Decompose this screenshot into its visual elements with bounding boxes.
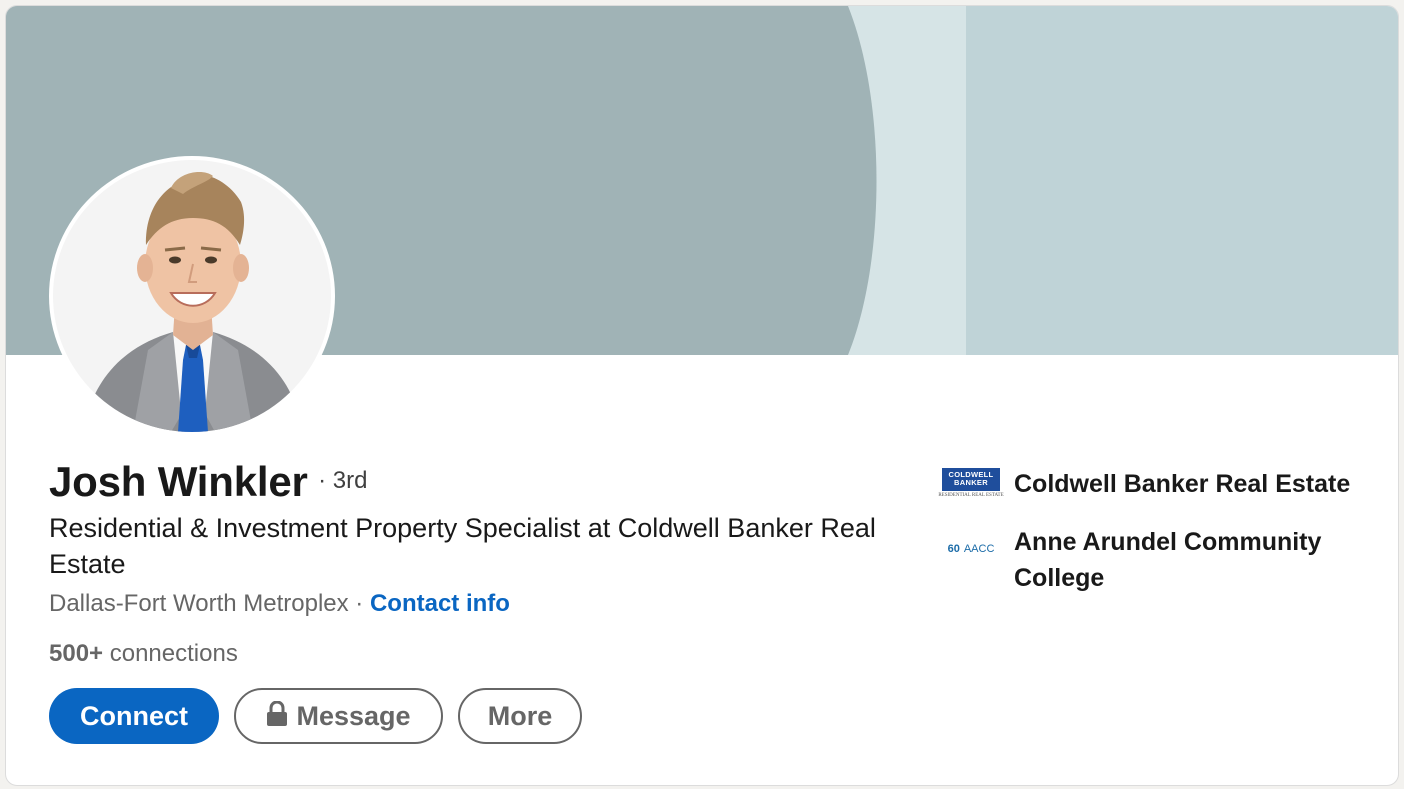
profile-card: Josh Winkler · 3rd Residential & Investm… xyxy=(5,5,1399,786)
name-line: Josh Winkler · 3rd xyxy=(49,458,367,506)
connect-button-label: Connect xyxy=(80,700,188,731)
education-item[interactable]: 60 AACC Anne Arundel Community College xyxy=(942,524,1354,596)
education-label: Anne Arundel Community College xyxy=(1014,528,1322,592)
connections-label: connections xyxy=(103,640,238,667)
profile-headline: Residential & Investment Property Specia… xyxy=(49,513,876,579)
contact-info-link[interactable]: Contact info xyxy=(370,590,510,617)
profile-name: Josh Winkler xyxy=(49,458,308,505)
current-company-label: Coldwell Banker Real Estate xyxy=(1014,470,1351,498)
profile-actions: Connect Message More xyxy=(49,688,582,744)
location-line: Dallas-Fort Worth Metroplex · Contact in… xyxy=(49,590,510,618)
cb-logo-sub: RESIDENTIAL REAL ESTATE xyxy=(938,492,1004,498)
connection-degree: · 3rd xyxy=(318,467,368,494)
experience-education-summary: COLDWELL BANKER RESIDENTIAL REAL ESTATE … xyxy=(938,466,1354,618)
cb-logo-line2: BANKER xyxy=(954,478,988,487)
profile-location: Dallas-Fort Worth Metroplex xyxy=(49,590,349,617)
current-company-item[interactable]: COLDWELL BANKER RESIDENTIAL REAL ESTATE … xyxy=(938,466,1354,502)
connections-count: 500+ xyxy=(49,640,104,667)
message-button[interactable]: Message xyxy=(234,688,443,744)
aacc-logo-text: AACC xyxy=(963,543,995,555)
profile-photo-graphic xyxy=(53,160,331,432)
message-button-label: Message xyxy=(296,700,411,731)
connections-line[interactable]: 500+ connections xyxy=(49,640,238,668)
location-separator: · xyxy=(348,590,370,617)
aacc-logo: 60 AACC xyxy=(942,524,1000,560)
more-button[interactable]: More xyxy=(458,688,582,744)
connect-button[interactable]: Connect xyxy=(49,688,219,744)
profile-photo[interactable] xyxy=(49,156,335,436)
more-button-label: More xyxy=(487,700,553,731)
aacc-logo-number: 60 xyxy=(947,543,960,555)
coldwell-banker-logo: COLDWELL BANKER RESIDENTIAL REAL ESTATE xyxy=(938,466,1004,502)
lock-icon xyxy=(266,699,288,734)
